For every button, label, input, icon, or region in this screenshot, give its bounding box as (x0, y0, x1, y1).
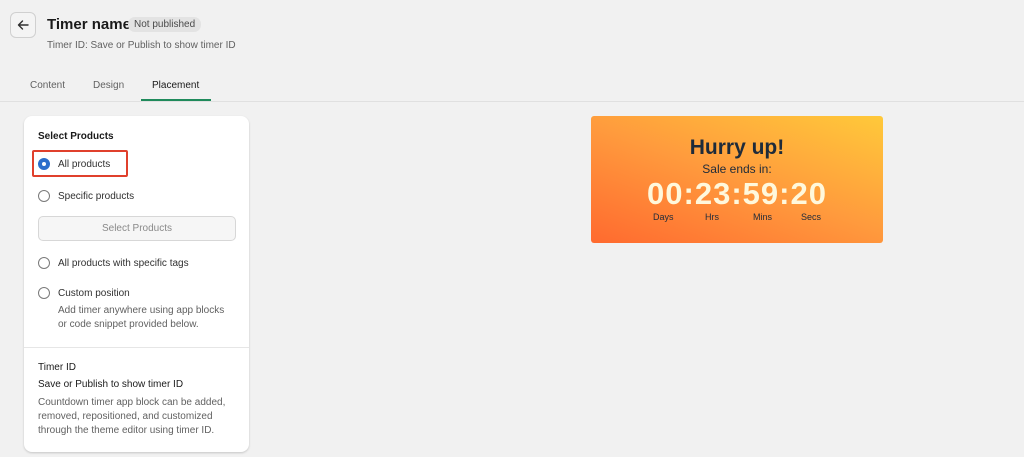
radio-all-products[interactable] (38, 158, 50, 170)
select-products-button[interactable]: Select Products (38, 216, 236, 241)
option-specific-products[interactable]: Specific products (38, 190, 134, 202)
option-tags[interactable]: All products with specific tags (38, 257, 189, 269)
option-custom-position[interactable]: Custom position (38, 287, 130, 299)
back-button[interactable] (10, 12, 36, 38)
radio-custom-position[interactable] (38, 287, 50, 299)
section-title: Select Products (38, 131, 114, 142)
tab-content[interactable]: Content (30, 80, 65, 91)
option-label: Specific products (58, 190, 135, 202)
unit-mins: Mins (753, 212, 773, 222)
timer-id-description: Countdown timer app block can be added, … (38, 397, 226, 436)
countdown-digits: 00:23:59:20 (647, 176, 827, 211)
page-title: Timer name (47, 16, 131, 33)
custom-position-help-line: Add timer anywhere using app blocks (58, 305, 225, 316)
radio-tags[interactable] (38, 257, 50, 269)
tab-placement[interactable]: Placement (152, 80, 199, 91)
timer-id-value: Save or Publish to show timer ID (38, 379, 184, 390)
active-tab-indicator (141, 99, 211, 101)
option-all-products[interactable]: All products (38, 158, 110, 170)
unit-hrs: Hrs (705, 212, 719, 222)
timer-heading: Hurry up! (689, 136, 785, 159)
status-badge: Not published (128, 17, 202, 32)
timer-id-title: Timer ID (38, 362, 76, 373)
tab-design[interactable]: Design (93, 80, 124, 91)
tab-bar: Content Design Placement (0, 70, 1024, 102)
unit-days: Days (653, 212, 674, 222)
custom-position-help-line: or code snippet provided below. (58, 319, 199, 330)
radio-specific-products[interactable] (38, 190, 50, 202)
timer-subheading: Sale ends in: (702, 162, 772, 176)
timer-preview: Hurry up! Sale ends in: 00:23:59:20 Days… (591, 116, 883, 243)
option-label: All products (58, 158, 111, 170)
placement-card: Select Products All products Specific pr… (24, 116, 249, 452)
divider (24, 347, 249, 348)
unit-secs: Secs (801, 212, 822, 222)
arrow-left-icon (17, 20, 29, 30)
option-label: All products with specific tags (58, 257, 189, 269)
page-subtitle: Timer ID: Save or Publish to show timer … (47, 40, 236, 51)
option-label: Custom position (58, 287, 130, 299)
